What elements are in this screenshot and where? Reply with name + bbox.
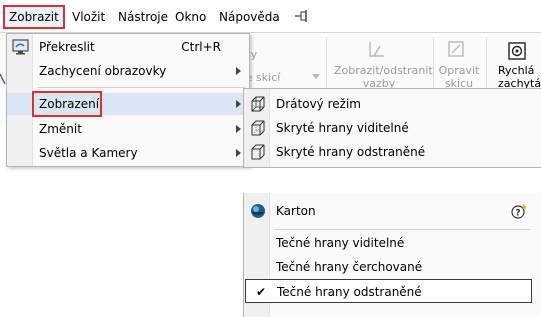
quick-line1: Rychlá (498, 64, 535, 77)
submenu-item-label: Karton (276, 204, 316, 218)
menu-item-screen-capture[interactable]: Zachycení obrazovky (7, 60, 249, 82)
display-submenu: Drátový režim Skryté hrany viditelné Skr… (243, 88, 541, 168)
menu-item-label: Změnit (39, 122, 82, 136)
submenu-item-label: Drátový režim (276, 97, 361, 111)
display-submenu-lower: Karton ? Tečné hrany viditelné Tečné hra… (243, 193, 541, 317)
menu-napoveda[interactable]: Nápověda (219, 8, 280, 26)
menu-bar: Zobrazit Vložit Nástroje Okno Nápověda (0, 0, 541, 33)
submenu-item-label: Tečné hrany viditelné (276, 236, 405, 250)
check-icon: ✔ (256, 285, 267, 299)
submenu-arrow-icon (236, 125, 241, 133)
svg-text:?: ? (515, 209, 520, 219)
menu-item-label: Světla a Kamery (39, 146, 138, 160)
submenu-arrow-icon (236, 67, 241, 75)
submenu-item-tangent-removed[interactable]: ✔ Tečné hrany odstraněné (245, 279, 532, 303)
menu-nastroje[interactable]: Nástroje (118, 8, 168, 26)
submenu-item-wireframe[interactable]: Drátový režim (244, 92, 541, 116)
submenu-item-label: Tečné hrany odstraněné (277, 285, 422, 299)
hidden-lines-removed-icon (251, 144, 265, 160)
menu-item-label: Zachycení obrazovky (39, 64, 167, 78)
quick-snaps-button[interactable]: Rychlá zachytávání (488, 64, 541, 90)
menu-item-lights-cameras[interactable]: Světla a Kamery (7, 142, 249, 164)
submenu-item-label: Skryté hrany viditelné (276, 121, 409, 135)
menu-item-label: Překreslit (39, 40, 95, 54)
submenu-item-label: Tečné hrany čerchované (276, 260, 423, 274)
submenu-arrow-icon (236, 100, 241, 108)
menu-okno[interactable]: Okno (175, 8, 206, 26)
menu-zobrazit[interactable]: Zobrazit (3, 5, 65, 29)
show-hide-relations-button[interactable]: Zobrazit/odstranit vazby (334, 64, 433, 90)
repair-sketch-icon (448, 41, 464, 57)
wireframe-icon (251, 96, 265, 112)
pin-icon[interactable] (294, 9, 310, 23)
menu-item-modify[interactable]: Změnit (7, 118, 249, 140)
show-hide-line1: Zobrazit/odstranit (334, 64, 433, 77)
submenu-item-tangent-visible[interactable]: Tečné hrany viditelné (244, 231, 541, 255)
redraw-icon (12, 39, 29, 55)
cartoon-icon (251, 204, 265, 218)
relations-icon (369, 42, 384, 57)
menu-vlozit[interactable]: Vložit (72, 8, 105, 26)
dropdown-arrow-icon (312, 74, 320, 79)
submenu-arrow-icon (236, 149, 241, 157)
repair-sketch-button[interactable]: Opravit skicu (437, 64, 481, 90)
menu-item-label: Zobrazení (39, 97, 100, 111)
quick-snaps-icon (508, 42, 526, 60)
menu-item-redraw[interactable]: Překreslit Ctrl+R (7, 36, 249, 58)
submenu-item-hidden-removed[interactable]: Skryté hrany odstraněné (244, 140, 541, 164)
help-icon[interactable]: ? (511, 203, 527, 219)
hidden-lines-visible-icon (251, 120, 265, 136)
submenu-item-hidden-visible[interactable]: Skryté hrany viditelné (244, 116, 541, 140)
repair-line1: Opravit (438, 64, 480, 77)
submenu-item-tangent-font[interactable]: Tečné hrany čerchované (244, 255, 541, 279)
menu-item-shortcut: Ctrl+R (181, 40, 221, 54)
menu-item-display[interactable]: Zobrazení (7, 91, 249, 117)
submenu-item-label: Skryté hrany odstraněné (276, 145, 426, 159)
view-dropdown-menu: Překreslit Ctrl+R Zachycení obrazovky Zo… (6, 33, 250, 167)
submenu-item-cartoon[interactable]: Karton ? (244, 199, 541, 223)
